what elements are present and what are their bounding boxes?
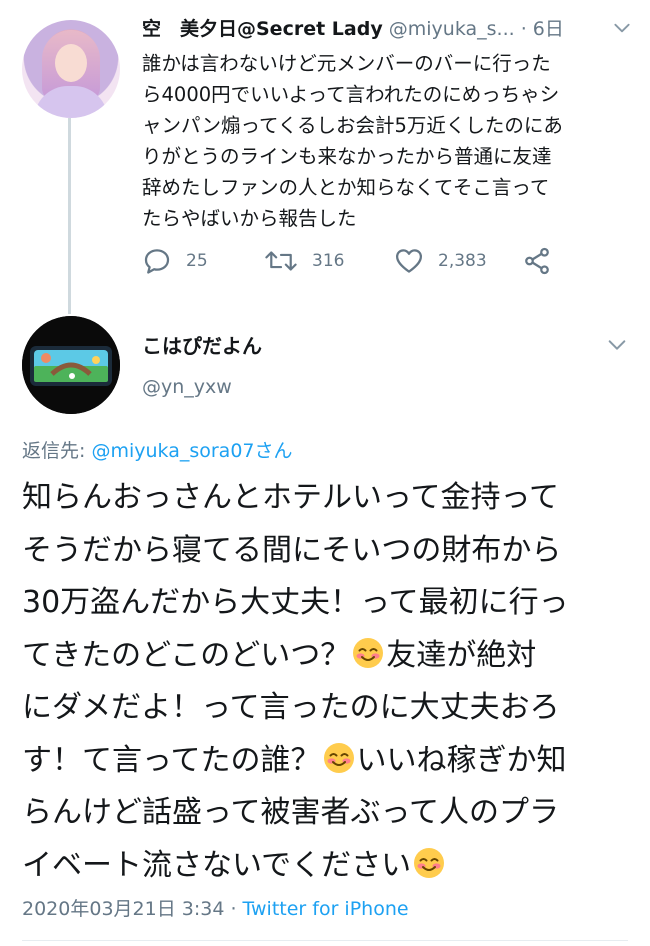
source-link[interactable]: Twitter for iPhone (243, 898, 409, 920)
parent-tweet[interactable]: 空 美夕日@Secret Lady @miyuka_s... · 6日 誰かは言… (0, 0, 650, 300)
author-name[interactable]: こはぴだよん (142, 330, 262, 359)
tweet-actions: 25 316 2,383 (142, 244, 612, 278)
reply-count: 25 (186, 251, 208, 271)
retweet-count: 316 (312, 251, 345, 271)
tweet-text: 誰かは言わないけど元メンバーのバーに行った ら4000円でいいよって言われたのに… (142, 52, 563, 230)
tweet-time[interactable]: · 6日 (521, 18, 564, 40)
reply-line-part: いいね稼ぎか知 (356, 742, 567, 778)
retweet-button[interactable]: 316 (264, 244, 344, 278)
avatar-game-scene-image (22, 316, 120, 414)
reply-line: そうだから寝てる間にそいつの財布から (22, 532, 562, 568)
reply-text: 知らんおっさんとホテルいって金持って そうだから寝てる間にそいつの財布から 30… (22, 472, 634, 892)
reply-line: 30万盗んだから大丈夫！って最初に行っ (22, 585, 569, 620)
author-handle[interactable]: @miyuka_s... (389, 18, 515, 40)
reply-line: てきたのどこのどいつ？ 友達が絶対 (22, 630, 634, 683)
reply-line-part: 友達が絶対 (386, 637, 537, 673)
reply-line: らんけど話盛って被害者ぶって人のプラ (22, 795, 559, 830)
reply-button[interactable]: 25 (142, 244, 208, 278)
reply-prefix: 返信先: (22, 440, 92, 462)
smiling-face-emoji (323, 742, 354, 773)
avatar[interactable] (22, 316, 120, 414)
avatar[interactable] (22, 20, 120, 118)
reply-line: イベート流さないでください (22, 840, 634, 893)
timestamp: 2020年03月21日 3:34 · (22, 898, 243, 920)
share-icon (525, 247, 549, 275)
like-icon (396, 249, 422, 273)
retweet-icon (265, 251, 297, 271)
reply-line: す！て言ってたの誰？ いいね稼ぎか知 (22, 735, 634, 788)
reply-line-part: す！て言ってたの誰？ (22, 742, 321, 778)
author-handle[interactable]: @yn_yxw (142, 376, 232, 398)
like-count: 2,383 (438, 251, 487, 271)
reply-line: にダメだよ！って言ったのに大丈夫おろ (22, 690, 560, 725)
reply-line-part: イベート流さないでください (22, 847, 412, 883)
tweet-meta: 2020年03月21日 3:34 · Twitter for iPhone (22, 894, 409, 921)
tweet-header: 空 美夕日@Secret Lady @miyuka_s... · 6日 (142, 14, 632, 46)
smiling-face-emoji (353, 637, 384, 668)
smiling-face-emoji (414, 847, 445, 878)
reply-line: 知らんおっさんとホテルいって金持って (22, 480, 559, 515)
chevron-down-icon[interactable] (612, 18, 632, 38)
like-button[interactable]: 2,383 (394, 244, 487, 278)
share-button[interactable] (522, 244, 552, 278)
author-name[interactable]: 空 美夕日@Secret Lady (142, 18, 383, 40)
avatar-face (55, 44, 87, 82)
chevron-down-icon[interactable] (606, 334, 628, 356)
reply-line-part: てきたのどこのどいつ？ (22, 637, 351, 673)
reply-context: 返信先: @miyuka_sora07さん (22, 436, 293, 463)
reply-icon (144, 249, 170, 274)
reply-to-link[interactable]: @miyuka_sora07さん (91, 440, 292, 462)
divider (22, 940, 628, 941)
